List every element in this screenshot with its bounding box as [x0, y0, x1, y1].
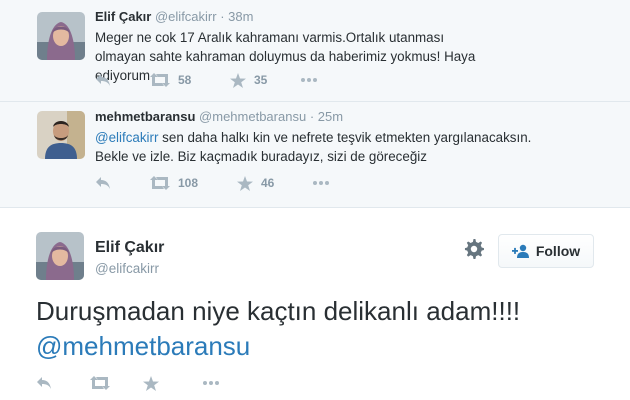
retweet-button[interactable]	[90, 373, 110, 393]
tweet-text-body: sen daha halkı kin ve nefrete teşvik etm…	[95, 130, 532, 164]
follow-label: Follow	[535, 243, 581, 259]
mention-link[interactable]: @mehmetbaransu	[36, 329, 250, 363]
star-icon	[230, 72, 246, 88]
reply-button[interactable]	[95, 173, 111, 193]
author-name[interactable]: Elif Çakır	[95, 9, 151, 24]
favorite-button[interactable]: 46	[237, 173, 274, 193]
star-icon	[237, 175, 253, 191]
author-handle[interactable]: @elifcakirr	[155, 9, 217, 24]
gear-icon	[464, 239, 484, 259]
more-button[interactable]	[203, 373, 219, 393]
more-button[interactable]	[313, 173, 329, 193]
timestamp[interactable]: 38m	[228, 9, 253, 24]
avatar[interactable]	[37, 12, 85, 60]
author-name[interactable]: Elif Çakır	[95, 239, 164, 257]
conversation-tweet[interactable]: mehmetbaransu @mehmetbaransu · 25m @elif…	[0, 101, 630, 208]
tweet-header: mehmetbaransu @mehmetbaransu · 25m	[95, 109, 343, 124]
author-block: Elif Çakır	[95, 239, 164, 257]
favorite-count: 35	[254, 73, 268, 87]
author-name[interactable]: mehmetbaransu	[95, 109, 195, 124]
separator-dot: ·	[309, 109, 315, 124]
tweet-text: @elifcakirr sen daha halkı kin ve nefret…	[95, 128, 540, 166]
more-dots-icon	[203, 381, 219, 385]
timestamp[interactable]: 25m	[318, 109, 343, 124]
main-tweet: Elif Çakır @elifcakirr Follow Duruşmadan…	[0, 208, 630, 400]
reply-icon	[37, 377, 51, 389]
conversation-thread: Elif Çakır @elifcakirr · 38m Meger ne co…	[0, 0, 630, 208]
more-button[interactable]	[301, 70, 317, 90]
retweet-button[interactable]: 58	[150, 70, 191, 90]
settings-button[interactable]	[464, 239, 484, 264]
reply-icon	[96, 177, 110, 189]
favorite-button[interactable]	[143, 373, 159, 393]
separator-dot: ·	[220, 9, 225, 24]
tweet-header: Elif Çakır @elifcakirr · 38m	[95, 9, 253, 24]
reply-icon	[96, 74, 110, 86]
favorite-button[interactable]: 35	[230, 70, 267, 90]
tweet-actions: 58 35	[95, 70, 335, 90]
author-handle[interactable]: @elifcakirr	[95, 261, 159, 276]
reply-button[interactable]	[36, 373, 52, 393]
retweet-count: 108	[178, 176, 199, 190]
retweet-button[interactable]: 108	[150, 173, 198, 193]
avatar[interactable]	[36, 232, 84, 280]
conversation-tweet[interactable]: Elif Çakır @elifcakirr · 38m Meger ne co…	[0, 0, 630, 101]
retweet-icon	[150, 73, 170, 87]
star-icon	[143, 375, 159, 391]
tweet-actions	[36, 373, 236, 393]
add-user-icon	[511, 244, 529, 258]
author-handle[interactable]: @mehmetbaransu	[199, 109, 306, 124]
more-dots-icon	[313, 181, 329, 185]
retweet-icon	[150, 176, 170, 190]
favorite-count: 46	[261, 176, 275, 190]
author-handle-row: @elifcakirr	[95, 261, 159, 276]
avatar[interactable]	[37, 111, 85, 159]
retweet-count: 58	[178, 73, 192, 87]
more-dots-icon	[301, 78, 317, 82]
retweet-icon	[90, 376, 110, 390]
reply-button[interactable]	[95, 70, 111, 90]
tweet-actions: 108 46	[95, 173, 335, 193]
follow-button[interactable]: Follow	[498, 234, 594, 268]
tweet-text: Duruşmadan niye kaçtın delikanlı adam!!!…	[36, 296, 521, 326]
mention-link[interactable]: @elifcakirr	[95, 130, 158, 145]
